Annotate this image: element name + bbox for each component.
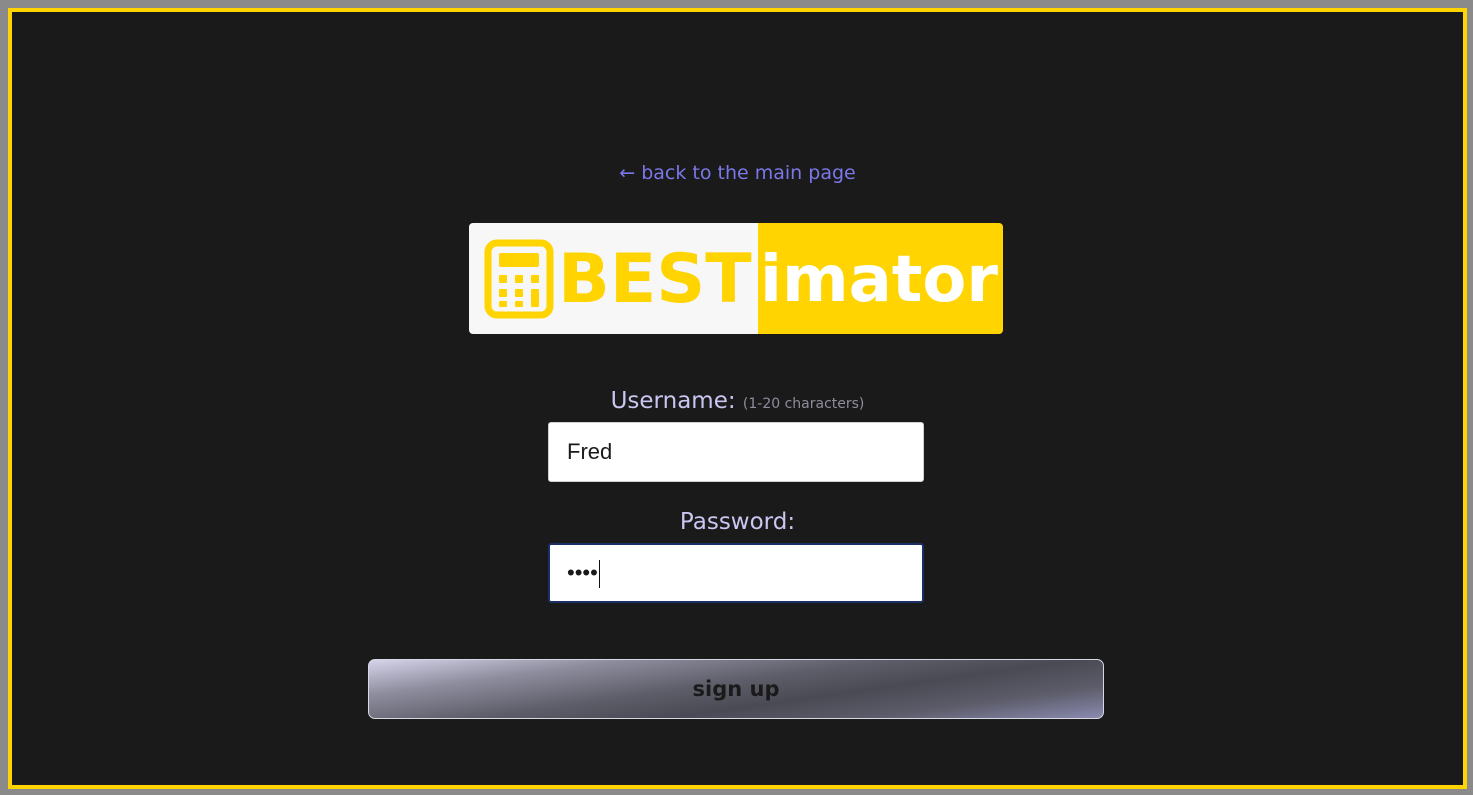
text-caret — [598, 560, 600, 589]
logo-text-best: BEST — [558, 239, 752, 319]
calculator-icon — [484, 239, 554, 318]
username-value: Fred — [567, 439, 613, 464]
page-frame: ← back to the main page BEST imator User… — [8, 8, 1467, 789]
logo-text-imator: imator — [760, 242, 998, 317]
username-hint: (1-20 characters) — [742, 396, 865, 412]
username-input[interactable]: Fred — [548, 422, 924, 482]
sign-up-button[interactable]: sign up — [368, 659, 1104, 719]
username-label: Username: (1-20 characters) — [12, 388, 1463, 414]
password-label: Password: — [12, 509, 1463, 535]
password-input[interactable]: •••• — [548, 543, 924, 603]
password-masked-value: •••• — [567, 560, 598, 585]
password-label-text: Password: — [679, 509, 796, 535]
bestimator-logo: BEST imator — [469, 223, 1003, 334]
back-to-main-link[interactable]: ← back to the main page — [12, 162, 1463, 184]
username-label-text: Username: — [610, 388, 736, 414]
logo-left-panel: BEST — [469, 223, 758, 334]
logo-right-panel: imator — [758, 223, 1003, 334]
